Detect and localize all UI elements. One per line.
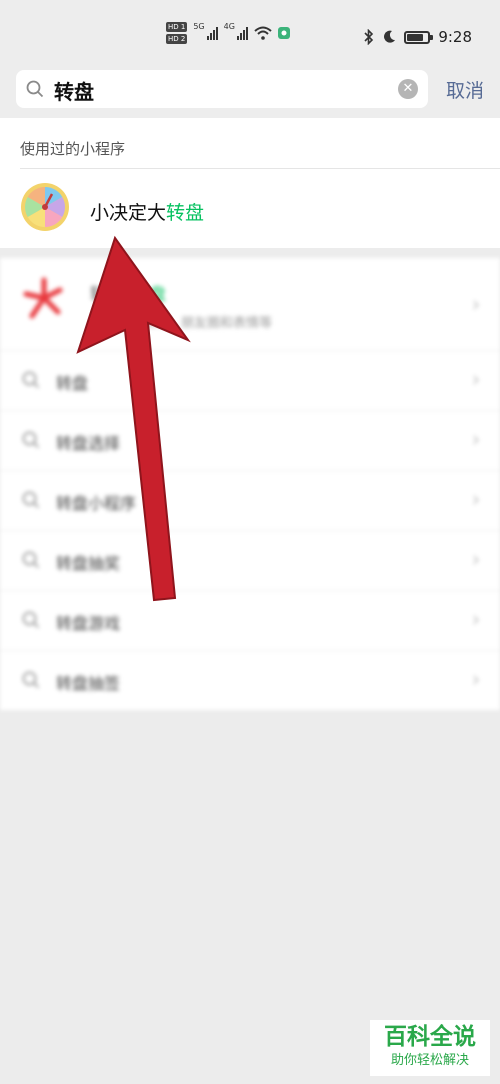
suggestion-row[interactable]: 转盘抽签 › xyxy=(0,650,500,710)
chevron-right-icon: › xyxy=(472,367,480,391)
clock-time: 9:28 xyxy=(438,28,472,46)
suggestion-text: 转盘选择 xyxy=(56,434,121,453)
search-icon xyxy=(26,80,44,98)
app-notification-icon xyxy=(277,27,290,39)
battery-icon xyxy=(404,30,434,44)
search-bar: 转盘 ✕ 取消 xyxy=(0,60,500,118)
mini-program-item[interactable]: 小决定大转盘 xyxy=(0,170,500,248)
top-result-title-prefix: 转盘 xyxy=(90,285,124,305)
suggestion-row[interactable]: 转盘抽奖 › xyxy=(0,530,500,590)
search-results: 转盘 转盘 小程序、文章、朋友圈和表情等 › 转盘 › 转盘选择 › 转盘小程序 › 转盘抽奖… xyxy=(0,258,500,710)
search-icon xyxy=(22,551,40,569)
search-query: 转盘 xyxy=(54,80,94,104)
system-indicators: 9:28 xyxy=(364,28,472,46)
cancel-button[interactable]: 取消 xyxy=(446,76,484,103)
suggestion-text: 转盘小程序 xyxy=(56,494,137,513)
search-icon xyxy=(22,611,40,629)
suggestion-text: 转盘 xyxy=(56,374,89,393)
chevron-right-icon: › xyxy=(472,607,480,631)
section-title: 使用过的小程序 xyxy=(20,140,126,158)
top-result-desc: 小程序、文章、朋友圈和表情等 xyxy=(90,316,273,331)
suggestion-text: 转盘抽签 xyxy=(56,674,121,693)
wifi-icon xyxy=(254,26,272,40)
suggestion-row[interactable]: 转盘游戏 › xyxy=(0,590,500,650)
chevron-right-icon: › xyxy=(472,427,480,451)
suggestion-row[interactable]: 转盘选择 › xyxy=(0,410,500,470)
chevron-right-icon: › xyxy=(472,667,480,691)
sparkle-logo-icon xyxy=(23,277,63,319)
top-result[interactable]: 转盘 转盘 小程序、文章、朋友圈和表情等 › xyxy=(0,258,500,350)
search-icon xyxy=(22,371,40,389)
hd1-badge: HD 1 xyxy=(166,22,188,32)
status-bar: HD 1 HD 2 5G 4G 9:28 xyxy=(0,0,500,60)
mini-program-name-prefix: 小决定大 xyxy=(90,202,167,224)
clear-icon[interactable]: ✕ xyxy=(398,79,418,99)
mini-program-name-highlight: 转盘 xyxy=(166,202,205,224)
bluetooth-icon xyxy=(364,29,374,45)
search-icon xyxy=(22,671,40,689)
recent-mini-programs: 使用过的小程序 小决定大转盘 xyxy=(0,118,500,248)
moon-icon xyxy=(384,30,396,43)
hd2-badge: HD 2 xyxy=(166,34,188,44)
network-indicators: HD 1 HD 2 5G 4G xyxy=(166,22,290,44)
search-icon xyxy=(22,431,40,449)
signal-icon-2 xyxy=(236,26,248,40)
chevron-right-icon: › xyxy=(472,547,480,571)
divider xyxy=(20,168,500,169)
search-icon xyxy=(22,491,40,509)
hd-badges: HD 1 HD 2 xyxy=(166,22,188,44)
network-type-2: 4G xyxy=(223,22,235,31)
suggestion-row[interactable]: 转盘小程序 › xyxy=(0,470,500,530)
spinner-wheel-icon xyxy=(21,183,69,231)
top-result-title-highlight: 转盘 xyxy=(132,285,166,305)
watermark-title: 百科全说 xyxy=(384,1024,476,1050)
chevron-right-icon: › xyxy=(472,487,480,511)
mini-program-name: 小决定大转盘 xyxy=(90,198,204,225)
top-result-title: 转盘 转盘 xyxy=(90,280,166,305)
chevron-right-icon: › xyxy=(472,292,480,316)
watermark-subtitle: 助你轻松解决 xyxy=(390,1053,469,1068)
network-type-1: 5G xyxy=(193,22,205,31)
suggestion-row[interactable]: 转盘 › xyxy=(0,350,500,410)
search-input[interactable]: 转盘 ✕ xyxy=(16,70,428,108)
suggestion-text: 转盘游戏 xyxy=(56,614,121,633)
watermark: 百科全说 助你轻松解决 xyxy=(370,1020,490,1076)
suggestion-text: 转盘抽奖 xyxy=(56,554,121,573)
signal-icon xyxy=(206,26,218,40)
